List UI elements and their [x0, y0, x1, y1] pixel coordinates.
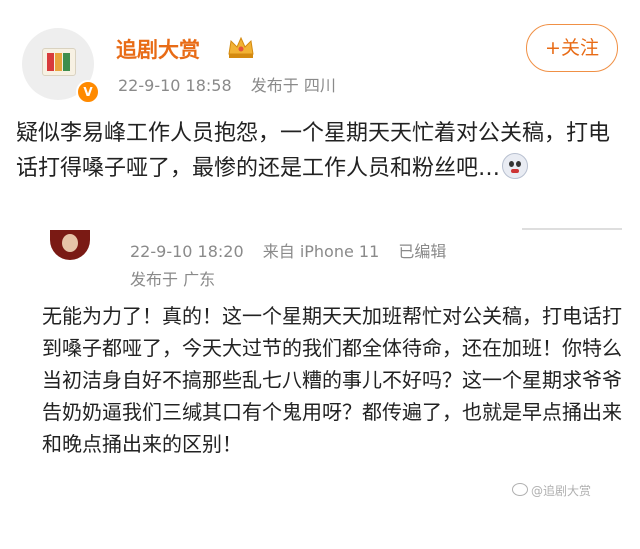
quoted-post[interactable]: 22-9-10 18:20 来自 iPhone 11 已编辑 发布于 广东 无能… — [0, 228, 640, 549]
quoted-user-avatar[interactable] — [50, 230, 90, 260]
username[interactable]: 追剧大赏 — [116, 34, 200, 64]
weibo-logo-icon — [512, 483, 528, 496]
watermark-text: @追剧大赏 — [531, 484, 592, 498]
post-meta: 22-9-10 18:58 发布于 四川 — [118, 72, 350, 96]
avatar-image — [42, 48, 76, 76]
watermark: @追剧大赏 — [512, 482, 591, 499]
quoted-post-timestamp: 22-9-10 18:20 — [130, 242, 244, 261]
post-location: 发布于 四川 — [250, 76, 336, 95]
quoted-post-text: 无能为力了！真的！这一个星期天天加班帮忙对公关稿，打电话打到嗓子都哑了，今天大过… — [42, 304, 622, 456]
post-body: 疑似李易峰工作人员抱怨，一个星期天天忙着对公关稿，打电话打得嗓子哑了，最惨的还是… — [16, 116, 624, 186]
crown-icon — [228, 36, 254, 58]
quoted-post-location: 发布于 广东 — [130, 270, 216, 289]
shocked-face-emoji-icon — [502, 153, 529, 179]
divider — [522, 228, 622, 230]
post-timestamp: 22-9-10 18:58 — [118, 76, 232, 95]
post-header: V 追剧大赏 22-9-10 18:58 发布于 四川 +关注 — [0, 0, 640, 110]
quoted-post-meta: 22-9-10 18:20 来自 iPhone 11 已编辑 — [130, 238, 460, 262]
quoted-post-device: 来自 iPhone 11 — [262, 242, 380, 261]
verified-badge-icon: V — [76, 80, 100, 104]
quoted-post-edited: 已编辑 — [398, 242, 447, 261]
follow-button[interactable]: +关注 — [526, 24, 618, 72]
